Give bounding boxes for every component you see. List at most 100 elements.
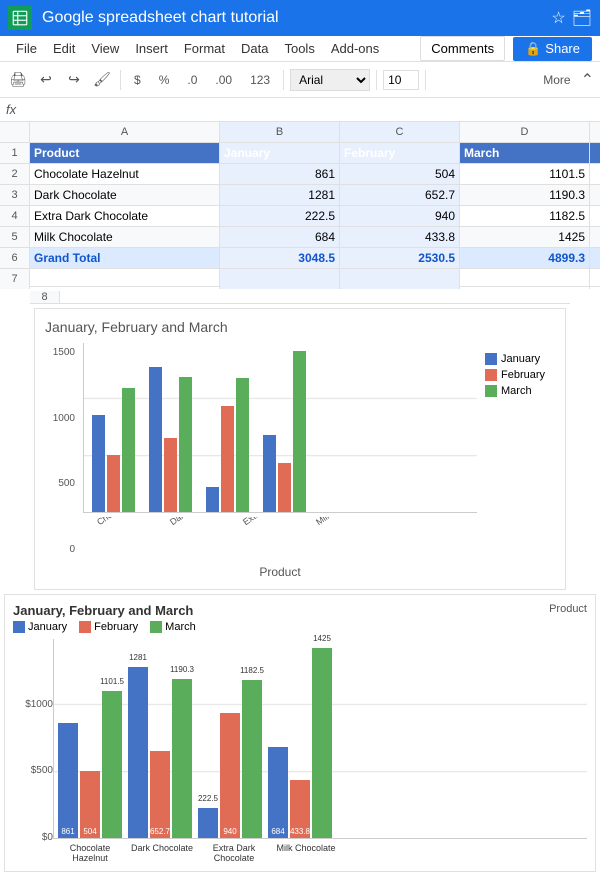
cell-a3[interactable]: Dark Chocolate xyxy=(30,185,220,205)
legend-box-jan xyxy=(485,353,497,365)
decimal-decrease-button[interactable]: .0 xyxy=(180,70,204,90)
chart1-wrapper: 8 January, February and March 1500 1000 … xyxy=(0,287,600,590)
table-row-6: 6 Grand Total 3048.5 2530.5 4899.3 xyxy=(0,248,600,269)
cell-b4[interactable]: 222.5 xyxy=(220,206,340,226)
chart2-bar-feb-2: 652.7 xyxy=(150,751,170,838)
more-button[interactable]: More xyxy=(537,71,576,89)
chart2-x-label-1: Chocolate Hazelnut xyxy=(57,843,123,863)
menu-edit[interactable]: Edit xyxy=(45,39,83,58)
cell-a2[interactable]: Chocolate Hazelnut xyxy=(30,164,220,184)
row-num-6: 6 xyxy=(0,248,30,268)
cell-d5[interactable]: 1425 xyxy=(460,227,590,247)
chart1-x-axis-title: Product xyxy=(83,565,477,579)
chart2-legend-box-jan xyxy=(13,621,25,633)
row-num-2: 2 xyxy=(0,164,30,184)
decimal-increase-button[interactable]: .00 xyxy=(208,70,239,90)
cell-a4[interactable]: Extra Dark Chocolate xyxy=(30,206,220,226)
number-format-button[interactable]: 123 xyxy=(243,70,277,90)
print-icon[interactable]: 🖨 xyxy=(6,68,30,92)
formula-input[interactable] xyxy=(24,102,594,117)
formula-bar: fx xyxy=(0,98,600,122)
cell-c2[interactable]: 504 xyxy=(340,164,460,184)
redo-icon[interactable]: ↪ xyxy=(62,68,86,92)
chart2-group-2: 1281 652.7 1190.3 xyxy=(128,667,192,838)
bar-mar-1 xyxy=(122,388,135,512)
col-header-b[interactable]: B xyxy=(220,122,340,142)
cell-d2[interactable]: 1101.5 xyxy=(460,164,590,184)
cell-c4[interactable]: 940 xyxy=(340,206,460,226)
paint-format-icon[interactable]: 🖌 xyxy=(90,68,114,92)
chart1-bars-area xyxy=(83,343,477,513)
spreadsheet: A B C D 1 Product January February March… xyxy=(0,122,600,287)
x-label-4: Milk Chocolate xyxy=(314,517,357,527)
cell-d3[interactable]: 1190.3 xyxy=(460,185,590,205)
chart2-title-text: January, February and March xyxy=(13,603,196,618)
cell-8[interactable] xyxy=(60,291,570,303)
chart2: January, February and March January Febr… xyxy=(4,594,596,872)
cell-c6[interactable]: 2530.5 xyxy=(340,248,460,268)
cell-c1[interactable]: February xyxy=(340,143,460,163)
cell-b6[interactable]: 3048.5 xyxy=(220,248,340,268)
divider4 xyxy=(425,70,426,90)
row-num-7: 7 xyxy=(0,269,30,289)
menu-addons[interactable]: Add-ons xyxy=(323,39,387,58)
chart2-x-label-4: Milk Chocolate xyxy=(273,843,339,863)
font-selector[interactable]: Arial xyxy=(290,69,370,91)
cell-a5[interactable]: Milk Chocolate xyxy=(30,227,220,247)
bar-mar-2 xyxy=(179,377,192,512)
legend-item-mar: March xyxy=(485,385,555,397)
menu-file[interactable]: File xyxy=(8,39,45,58)
cell-d4[interactable]: 1182.5 xyxy=(460,206,590,226)
row-num-4: 4 xyxy=(0,206,30,226)
menu-data[interactable]: Data xyxy=(233,39,276,58)
chart2-group-4: 684 433.8 1425 xyxy=(268,648,332,838)
percent-button[interactable]: % xyxy=(152,70,177,90)
folder-icon[interactable]: 🗂 xyxy=(572,8,592,28)
col-header-c[interactable]: C xyxy=(340,122,460,142)
row-num-5: 5 xyxy=(0,227,30,247)
chart2-header: January, February and March January Febr… xyxy=(13,603,587,633)
chart2-x-label-3: Extra Dark Chocolate xyxy=(201,843,267,863)
cell-d1[interactable]: March xyxy=(460,143,590,163)
comments-button[interactable]: Comments xyxy=(420,36,505,61)
cell-c5[interactable]: 433.8 xyxy=(340,227,460,247)
menu-format[interactable]: Format xyxy=(176,39,233,58)
bar-feb-2 xyxy=(164,438,177,512)
column-headers: A B C D xyxy=(0,122,600,143)
undo-icon[interactable]: ↩ xyxy=(34,68,58,92)
bar-group-4 xyxy=(263,351,306,512)
star-icon[interactable]: ☆ xyxy=(551,8,565,28)
chart2-legend-label-mar: March xyxy=(165,621,196,633)
cell-c3[interactable]: 652.7 xyxy=(340,185,460,205)
cell-d6[interactable]: 4899.3 xyxy=(460,248,590,268)
chart1-plot-area: Chocolate Hazel... Dark Chocolate Extra … xyxy=(83,343,477,579)
cell-b7[interactable] xyxy=(220,269,340,289)
bar-label-feb-1: 504 xyxy=(83,827,96,836)
menu-bar: File Edit View Insert Format Data Tools … xyxy=(0,36,600,62)
col-header-a[interactable]: A xyxy=(30,122,220,142)
collapse-icon[interactable]: ⌃ xyxy=(581,70,594,90)
bar-label-feb-2: 652.7 xyxy=(150,827,170,836)
cell-b1[interactable]: January xyxy=(220,143,340,163)
font-size-input[interactable] xyxy=(383,70,419,90)
cell-b3[interactable]: 1281 xyxy=(220,185,340,205)
cell-d7[interactable] xyxy=(460,269,590,289)
cell-b2[interactable]: 861 xyxy=(220,164,340,184)
share-button[interactable]: 🔒 Share xyxy=(513,37,592,61)
menu-insert[interactable]: Insert xyxy=(127,39,176,58)
cell-a6[interactable]: Grand Total xyxy=(30,248,220,268)
menu-view[interactable]: View xyxy=(83,39,127,58)
divider2 xyxy=(283,70,284,90)
cell-a7[interactable] xyxy=(30,269,220,289)
toolbar: 🖨 ↩ ↪ 🖌 $ % .0 .00 123 Arial More ⌃ xyxy=(0,62,600,98)
cell-c7[interactable] xyxy=(340,269,460,289)
bar-label-feb-3: 940 xyxy=(223,827,236,836)
cell-b5[interactable]: 684 xyxy=(220,227,340,247)
app-icon xyxy=(8,6,32,30)
menu-tools[interactable]: Tools xyxy=(276,39,322,58)
bar-jan-1 xyxy=(92,415,105,512)
cell-a1[interactable]: Product xyxy=(30,143,220,163)
chart2-legend-box-feb xyxy=(79,621,91,633)
col-header-d[interactable]: D xyxy=(460,122,590,142)
currency-button[interactable]: $ xyxy=(127,70,148,90)
